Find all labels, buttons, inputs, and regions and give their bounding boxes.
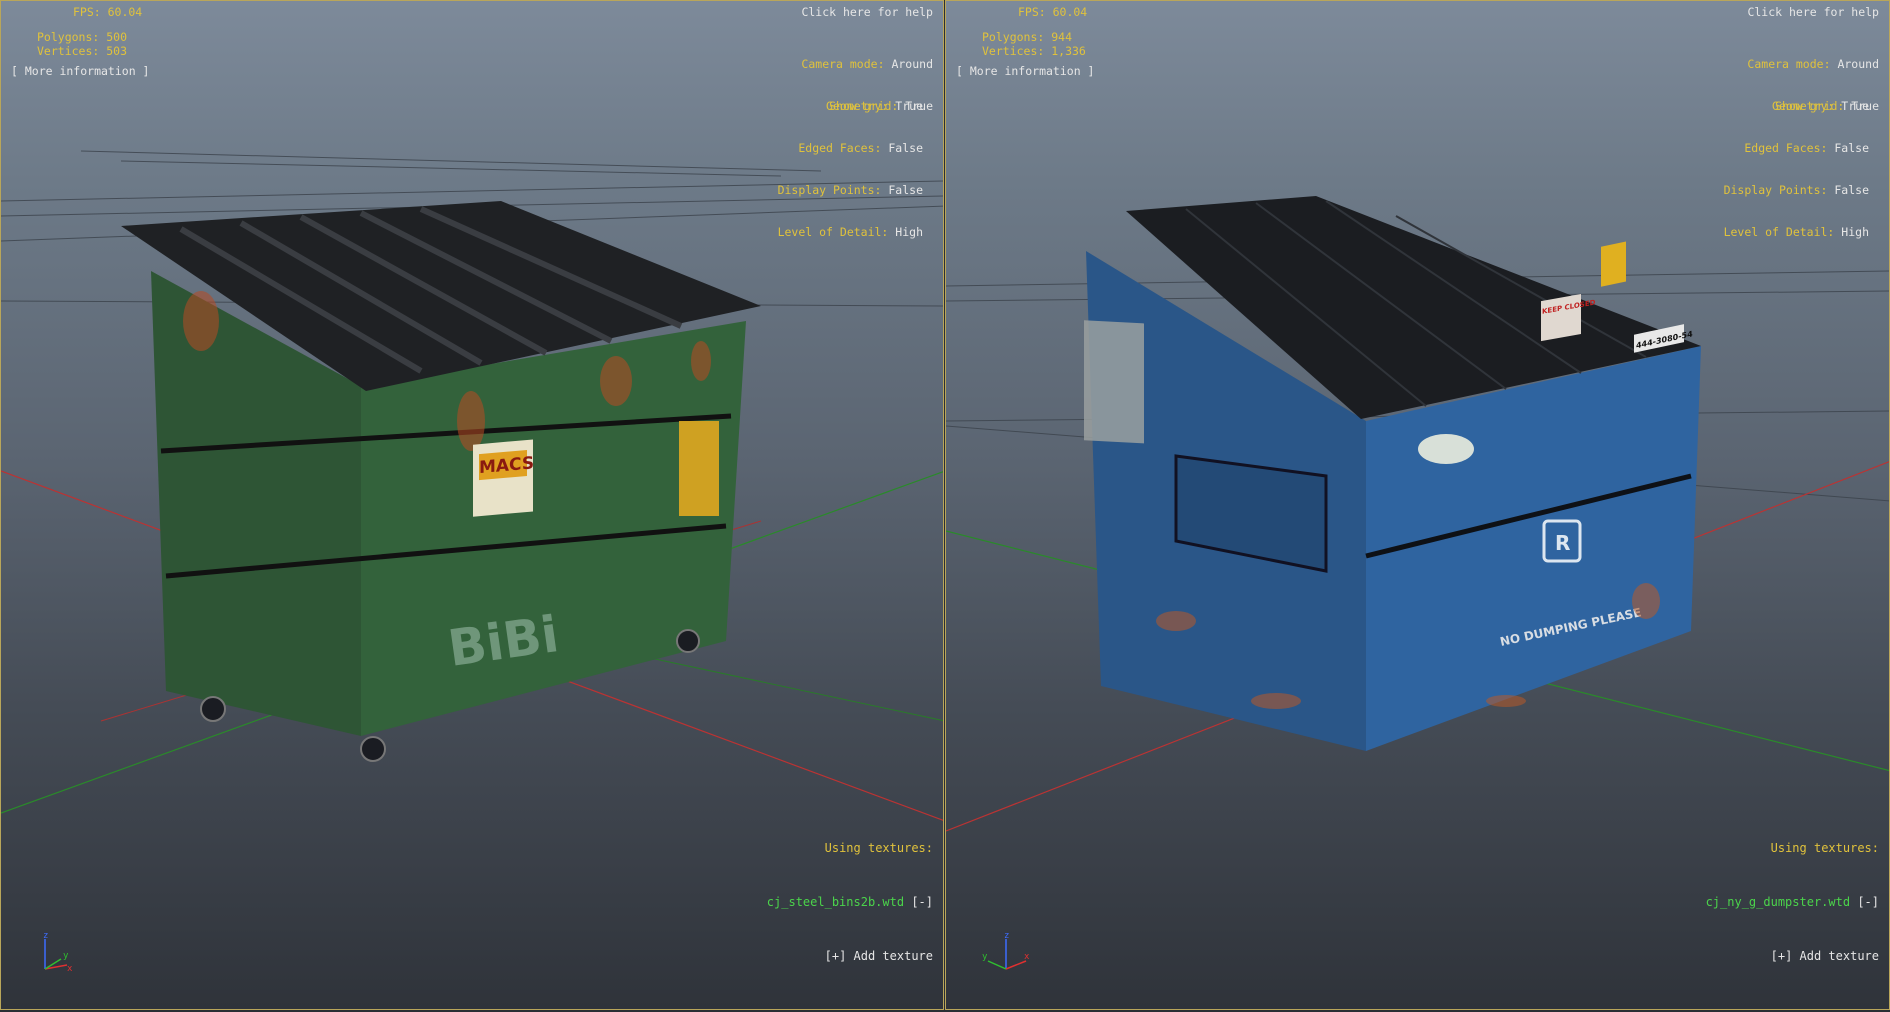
level-of-detail-toggle[interactable]: Level of Detail: High — [778, 225, 923, 239]
texture-panel: Using textures: cj_steel_bins2b.wtd [-] … — [767, 803, 933, 1001]
fps-readout: FPS: 60.04 — [1018, 5, 1088, 19]
display-points-label: Display Points: — [777, 183, 882, 197]
remove-texture-button[interactable]: [-] — [911, 895, 933, 909]
add-texture-button[interactable]: [+] Add texture — [1706, 947, 1879, 965]
render-settings: Geometry: True Edged Faces: False Displa… — [1724, 71, 1869, 267]
axis-gizmo-icon: z y x — [982, 931, 1030, 970]
viewport-container: MACS BiBi FPS: 60.04 Polygons: 500 Verti… — [0, 0, 1890, 1012]
logo-letter: R — [1555, 531, 1570, 555]
camera-mode-label: Camera mode: — [1747, 57, 1831, 71]
camera-mode-value: Around — [1837, 57, 1879, 71]
textures-title: Using textures: — [824, 841, 933, 855]
geometry-value: True — [1841, 99, 1869, 113]
level-of-detail-value: High — [895, 225, 923, 239]
geometry-value: True — [895, 99, 923, 113]
more-information-link[interactable]: [ More information ] — [956, 64, 1094, 78]
geometry-toggle[interactable]: Geometry: True — [1724, 99, 1869, 113]
blue-dumpster-model: KEEP CLOSED 444-3080-54 R NO DUMPING PLE… — [1084, 196, 1701, 751]
remove-texture-button[interactable]: [-] — [1857, 895, 1879, 909]
axis-x-label: x — [67, 964, 73, 974]
viewport-right[interactable]: KEEP CLOSED 444-3080-54 R NO DUMPING PLE… — [945, 0, 1890, 1010]
edged-faces-value: False — [888, 141, 923, 155]
camera-mode-toggle[interactable]: Camera mode: Around — [801, 57, 933, 71]
add-texture-button[interactable]: [+] Add texture — [767, 947, 933, 965]
camera-mode-toggle[interactable]: Camera mode: Around — [1747, 57, 1879, 71]
help-link[interactable]: Click here for help — [1747, 5, 1879, 19]
display-points-toggle[interactable]: Display Points: False — [778, 183, 923, 197]
axis-x-label: x — [1024, 952, 1030, 962]
texture-file-name[interactable]: cj_ny_g_dumpster.wtd — [1706, 895, 1851, 909]
axis-y-label: y — [982, 952, 988, 962]
geometry-toggle[interactable]: Geometry: True — [778, 99, 923, 113]
green-dumpster-model: MACS BiBi — [121, 201, 761, 762]
vertex-count: Vertices: 1,336 — [982, 44, 1086, 58]
camera-mode-value: Around — [891, 57, 933, 71]
polygon-count: Polygons: 944 — [982, 30, 1073, 44]
level-of-detail-label: Level of Detail: — [1723, 225, 1835, 239]
polygon-count: Polygons: 500 — [37, 30, 128, 44]
model-stats: Polygons: 500 Vertices: 503 — [37, 30, 127, 58]
more-information-link[interactable]: [ More information ] — [11, 64, 149, 78]
display-points-value: False — [1834, 183, 1869, 197]
edged-faces-label: Edged Faces: — [798, 141, 882, 155]
edged-faces-value: False — [1834, 141, 1869, 155]
axis-gizmo-icon: z y x — [43, 931, 73, 974]
camera-mode-label: Camera mode: — [801, 57, 885, 71]
model-stats: Polygons: 944 Vertices: 1,336 — [982, 30, 1086, 58]
axis-z-label: z — [1004, 931, 1009, 941]
edged-faces-toggle[interactable]: Edged Faces: False — [778, 141, 923, 155]
texture-file-name[interactable]: cj_steel_bins2b.wtd — [767, 895, 904, 909]
axis-z-label: z — [43, 931, 48, 941]
edged-faces-toggle[interactable]: Edged Faces: False — [1724, 141, 1869, 155]
display-points-toggle[interactable]: Display Points: False — [1724, 183, 1869, 197]
texture-panel: Using textures: cj_ny_g_dumpster.wtd [-]… — [1706, 803, 1879, 1001]
level-of-detail-toggle[interactable]: Level of Detail: High — [1724, 225, 1869, 239]
geometry-label: Geometry: — [1772, 99, 1835, 113]
level-of-detail-label: Level of Detail: — [777, 225, 889, 239]
vertex-count: Vertices: 503 — [37, 44, 128, 58]
render-settings: Geometry: True Edged Faces: False Displa… — [778, 71, 923, 267]
edged-faces-label: Edged Faces: — [1744, 141, 1828, 155]
geometry-label: Geometry: — [826, 99, 889, 113]
display-points-label: Display Points: — [1723, 183, 1828, 197]
help-link[interactable]: Click here for help — [801, 5, 933, 19]
display-points-value: False — [888, 183, 923, 197]
textures-title: Using textures: — [1770, 841, 1879, 855]
fps-readout: FPS: 60.04 — [73, 5, 143, 19]
axis-y-label: y — [63, 951, 69, 961]
viewport-left[interactable]: MACS BiBi FPS: 60.04 Polygons: 500 Verti… — [0, 0, 944, 1010]
level-of-detail-value: High — [1841, 225, 1869, 239]
